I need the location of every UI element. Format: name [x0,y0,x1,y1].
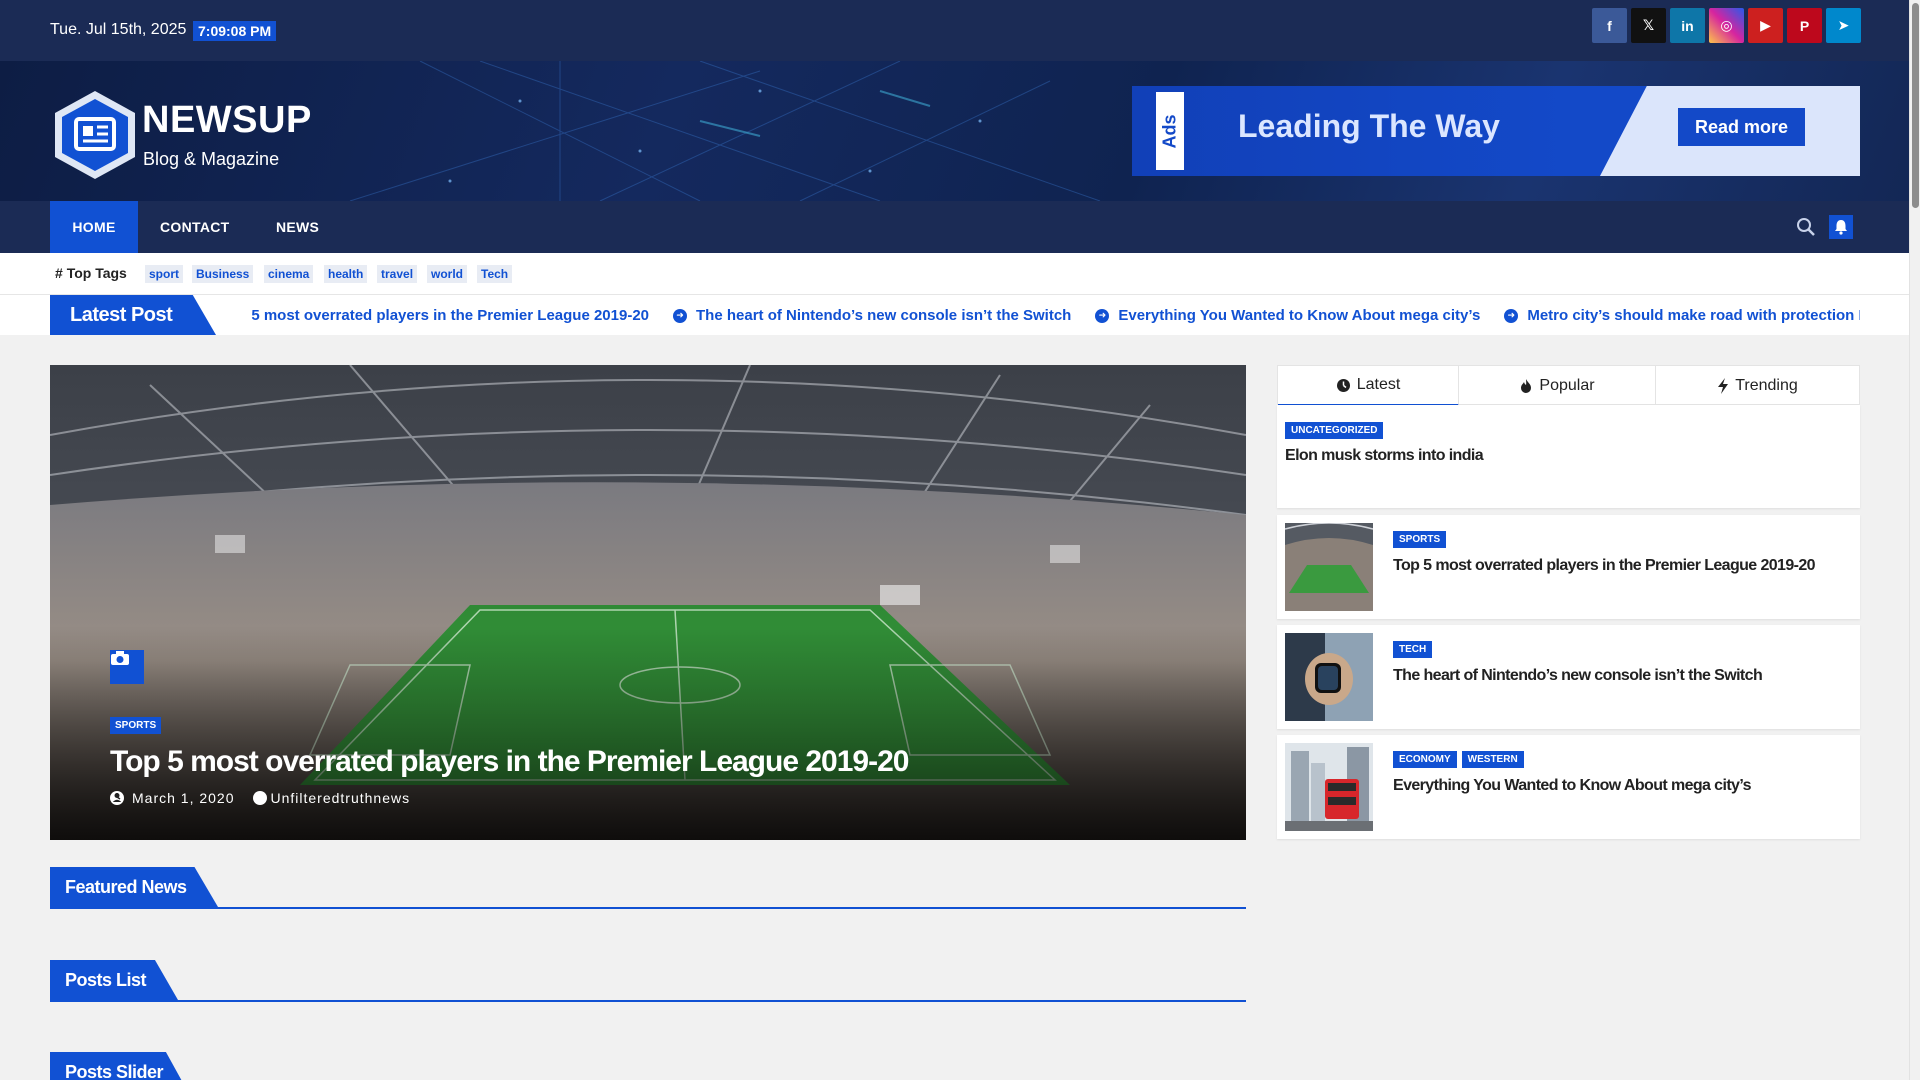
user-icon [112,791,267,805]
notification-bell-icon[interactable] [1829,215,1853,239]
tag-tech[interactable]: Tech [477,265,513,283]
site-header: NEWSUP Blog & Magazine Ads Leading The W… [0,61,1909,201]
page-scrollbar[interactable] [1909,0,1920,1080]
header-ad-banner[interactable]: Ads Leading The Way Read more [1132,86,1860,176]
bolt-icon [1718,378,1729,394]
main-navigation: HOME CONTACT NEWS [0,201,1909,253]
ticker-item[interactable]: ➜ The heart of Nintendo’s new console isn… [673,307,1071,324]
sidebar-post[interactable]: SPORTS Top 5 most overrated players in t… [1277,515,1860,619]
latest-post-ticker: Latest Post p 5 most overrated players i… [0,295,1909,335]
instagram-icon[interactable]: ◎ [1709,8,1744,43]
hero-category-badge[interactable]: SPORTS [110,717,162,734]
pinterest-icon[interactable]: P [1787,8,1822,43]
tag-business[interactable]: Business [192,265,254,283]
tab-trending[interactable]: Trending [1656,366,1859,406]
posts-list-heading: Posts List [50,960,178,1000]
ticker-track: p 5 most overrated players in the Premie… [248,295,1860,335]
post-categories: UNCATEGORIZED [1285,422,1384,439]
post-title[interactable]: The heart of Nintendo’s new console isn’… [1393,667,1763,685]
tab-popular[interactable]: Popular [1459,366,1656,406]
post-title[interactable]: Top 5 most overrated players in the Prem… [1393,557,1816,575]
facebook-icon[interactable]: f [1592,8,1627,43]
top-bar: Tue. Jul 15th, 2025 7:09:08 PM f 𝕏 in ◎ … [0,0,1909,61]
nav-news[interactable]: NEWS [276,201,319,253]
hash-icon: # [55,265,67,281]
category-badge[interactable]: SPORTS [1393,531,1447,548]
ad-headline: Leading The Way [1238,108,1500,144]
hero-date[interactable]: March 1, 2020 [132,790,235,806]
tab-latest[interactable]: Latest [1278,366,1459,406]
current-date: Tue. Jul 15th, 2025 [50,21,187,38]
hero-meta: March 1, 2020 Unfilteredtruthnews [110,790,410,806]
top-tags-bar: # Top Tags sport Business cinema health … [0,253,1909,295]
search-icon[interactable] [1796,217,1816,237]
hero-author[interactable]: Unfilteredtruthnews [271,790,411,806]
post-categories: ECONOMY WESTERN [1393,751,1524,768]
arrow-circle-icon: ➜ [1504,308,1519,323]
sidebar-post[interactable]: ECONOMY WESTERN Everything You Wanted to… [1277,735,1860,839]
x-icon[interactable]: 𝕏 [1631,8,1666,43]
linkedin-icon[interactable]: in [1670,8,1705,43]
ad-tag: Ads [1156,92,1184,170]
category-badge[interactable]: TECH [1393,641,1433,658]
sidebar-post[interactable]: UNCATEGORIZED Elon musk storms into indi… [1277,405,1860,508]
post-title[interactable]: Everything You Wanted to Know About mega… [1393,777,1752,795]
nav-contact[interactable]: CONTACT [160,201,230,253]
tag-travel[interactable]: travel [377,265,418,283]
scrollbar-thumb[interactable] [1912,3,1919,208]
tag-health[interactable]: health [324,265,368,283]
clock-icon [1336,378,1350,392]
fire-icon [1521,379,1532,393]
posts-slider-section: Posts Slider [50,1052,1246,1080]
post-categories: SPORTS [1393,531,1447,548]
hero-featured-post[interactable]: SPORTS Top 5 most overrated players in t… [50,365,1246,840]
tag-cinema[interactable]: cinema [264,265,314,283]
post-thumbnail[interactable] [1285,743,1373,831]
category-badge[interactable]: ECONOMY [1393,751,1457,768]
ticker-item[interactable]: ➜ Metro city’s should make road with prot… [1504,307,1860,324]
category-badge[interactable]: WESTERN [1461,751,1524,768]
top-tags-label: # Top Tags [55,265,127,281]
nav-home[interactable]: HOME [50,201,138,253]
site-logo[interactable]: NEWSUP Blog & Magazine [50,89,312,179]
post-title[interactable]: Elon musk storms into india [1285,447,1484,465]
arrow-circle-icon: ➜ [673,308,688,323]
camera-icon [110,650,144,684]
post-thumbnail[interactable] [1285,523,1373,611]
logo-emblem-icon [55,91,135,179]
ticker-item[interactable]: ➜ Everything You Wanted to Know About meg… [1095,307,1480,324]
ad-read-more-button[interactable]: Read more [1678,108,1805,146]
featured-news-heading: Featured News [50,867,218,907]
post-thumbnail[interactable] [1285,633,1373,721]
posts-slider-heading: Posts Slider [50,1052,188,1080]
social-links: f 𝕏 in ◎ ▶ P ➤ [1592,8,1861,43]
tag-sport[interactable]: sport [145,265,183,283]
posts-list-section: Posts List [50,960,1246,1002]
latest-post-label: Latest Post [50,295,216,335]
arrow-circle-icon: ➜ [1095,308,1110,323]
category-badge[interactable]: UNCATEGORIZED [1285,422,1384,439]
logo-subtitle: Blog & Magazine [143,149,280,169]
ticker-item[interactable]: p 5 most overrated players in the Premie… [248,307,649,324]
featured-news-section: Featured News [50,867,1246,909]
current-time: 7:09:08 PM [193,21,277,41]
tag-world[interactable]: world [427,265,467,283]
sidebar-post[interactable]: TECH The heart of Nintendo’s new console… [1277,625,1860,729]
youtube-icon[interactable]: ▶ [1748,8,1783,43]
post-categories: TECH [1393,641,1433,658]
logo-title: NEWSUP [142,99,312,141]
sidebar-tabs: Latest Popular Trending [1277,365,1860,406]
telegram-icon[interactable]: ➤ [1826,8,1861,43]
hero-title[interactable]: Top 5 most overrated players in the Prem… [110,745,909,779]
